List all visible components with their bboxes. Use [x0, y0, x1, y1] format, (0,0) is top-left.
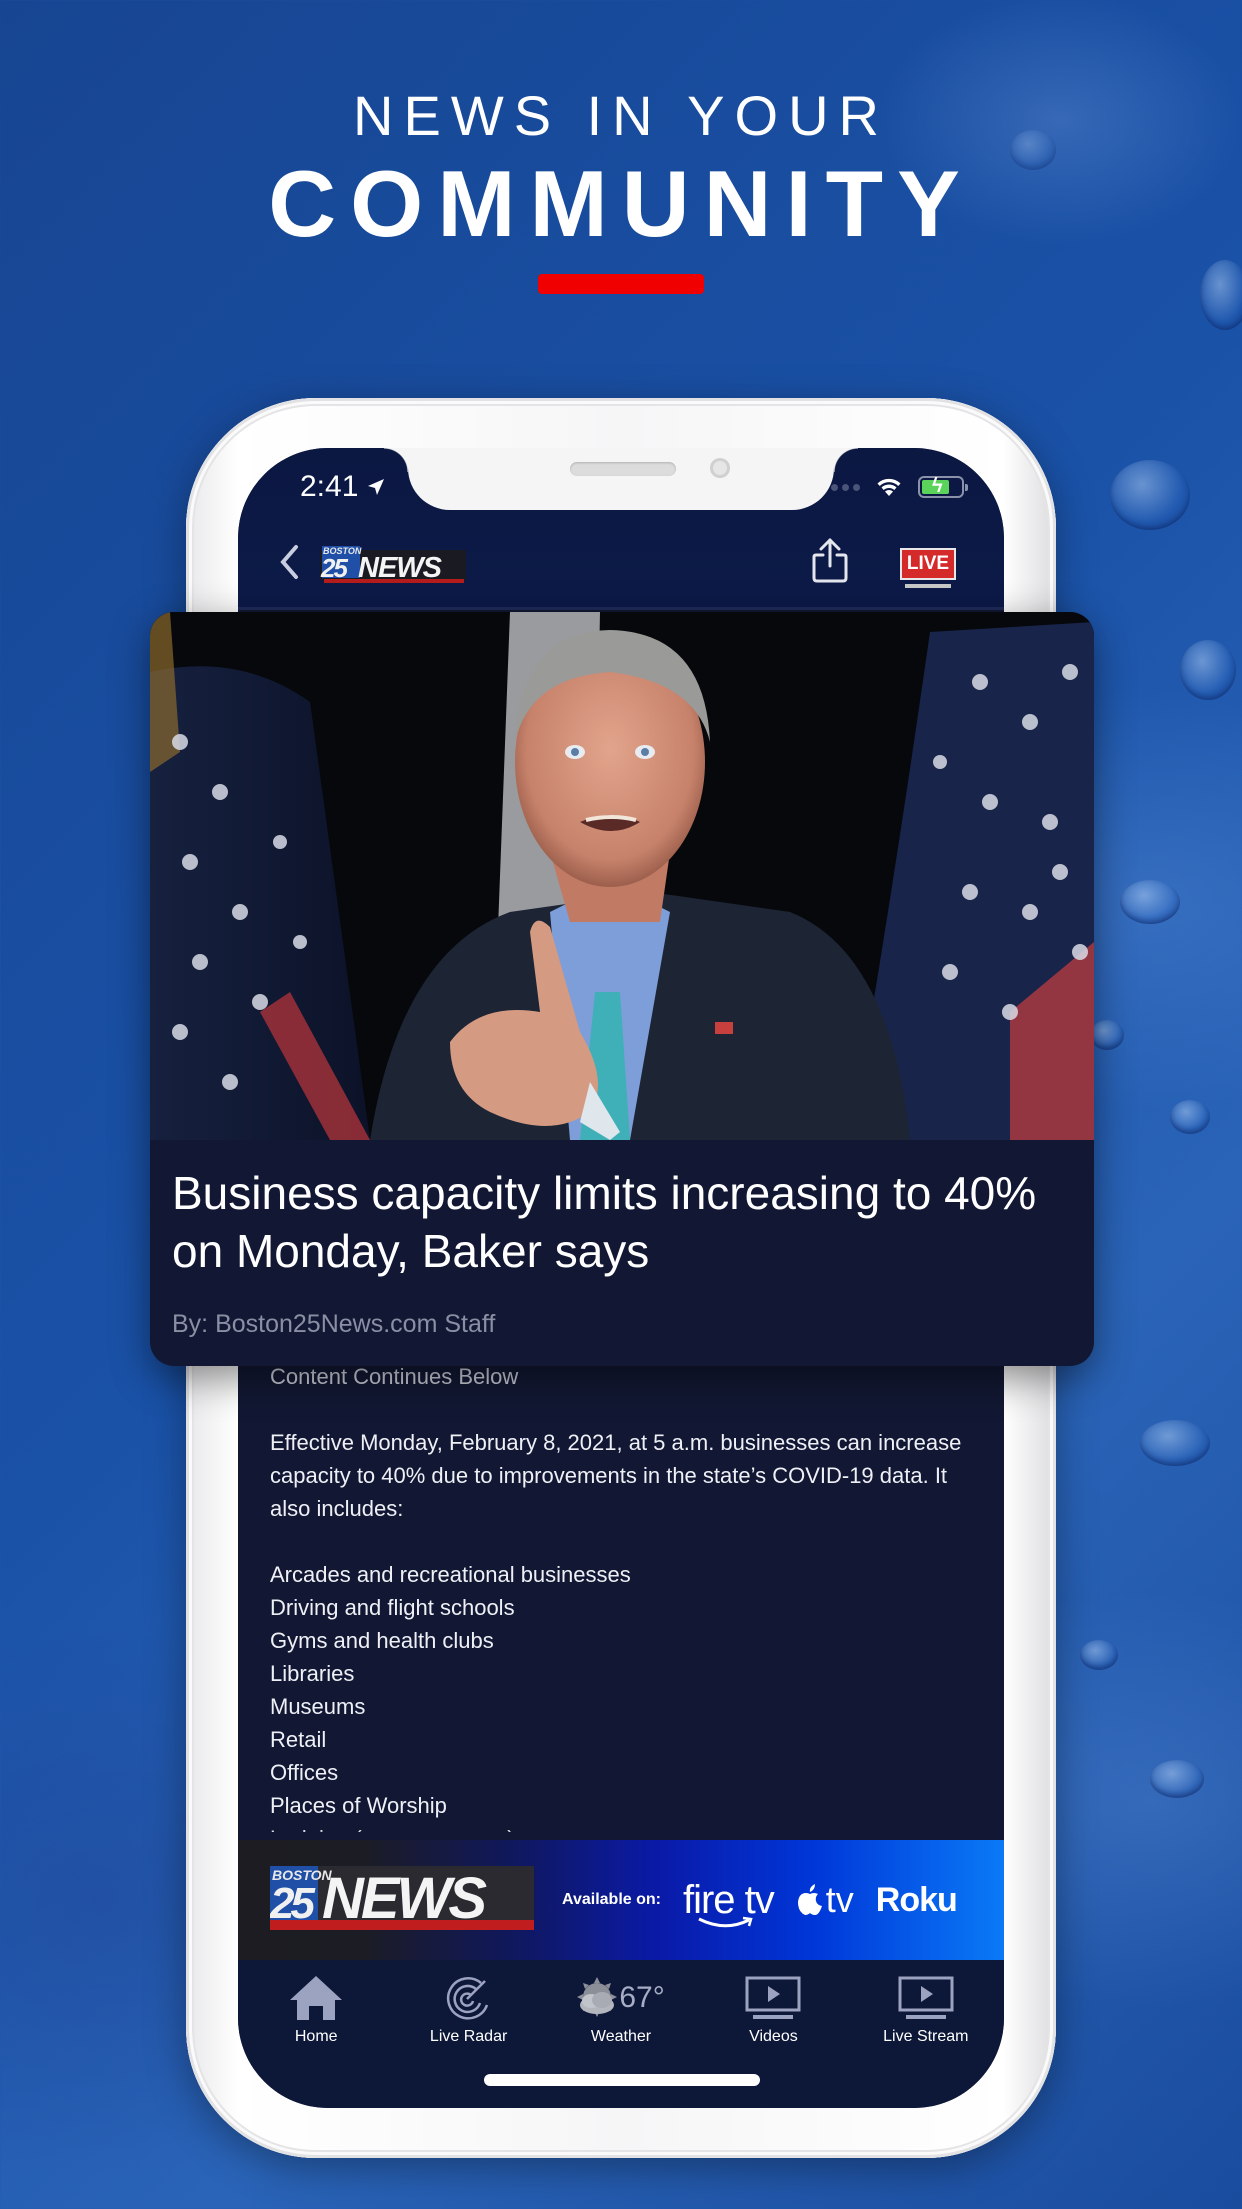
article-headline: Business capacity limits increasing to 4… [172, 1167, 1037, 1277]
article-paragraph: Effective Monday, February 8, 2021, at 5… [270, 1430, 962, 1521]
live-stream-icon [898, 1976, 954, 2019]
list-item: Lodging (common areas) [270, 1822, 970, 1832]
video-play-icon [745, 1976, 801, 2019]
business-list: Arcades and recreational businesses Driv… [270, 1558, 970, 1832]
station-logo[interactable]: BOSTON 25 NEWS [320, 546, 466, 589]
partly-cloudy-icon [577, 1977, 618, 2017]
list-item: Arcades and recreational businesses [270, 1562, 631, 1587]
home-icon [290, 1976, 343, 2020]
live-indicator-underline [905, 584, 951, 588]
live-button[interactable]: LIVE [900, 548, 956, 588]
status-bar-indicators: ϟ [820, 475, 968, 498]
roku-logo: Roku [875, 1880, 958, 1919]
location-arrow-icon [368, 479, 385, 495]
weather-temperature: 67° [619, 1981, 665, 2014]
streaming-platforms-banner[interactable]: BOSTON 25 NEWS Available on: fire tv tv … [238, 1840, 1004, 1960]
list-item: Retail [270, 1727, 327, 1752]
article-body: Content Continues Below Effective Monday… [270, 1360, 970, 1832]
radar-icon [446, 1977, 488, 2020]
promo-heading: NEWS IN YOUR COMMUNITY [0, 84, 1242, 294]
tab-label: Live Radar [429, 2028, 508, 2045]
apple-tv-logo: tv [796, 1879, 854, 1921]
status-bar-time: 2:41 [300, 470, 386, 504]
tab-home[interactable]: Home [240, 1960, 392, 2108]
article-card[interactable]: Business capacity limits increasing to 4… [150, 612, 1094, 1366]
amazon-smile-icon [698, 1916, 753, 1928]
list-item: Driving and flight schools [270, 1595, 515, 1620]
tab-label: Home [294, 2028, 338, 2045]
front-camera [710, 458, 730, 478]
apple-icon [797, 1884, 822, 1915]
speaker-grille [570, 462, 676, 476]
photo-illustration [150, 612, 1094, 1140]
article-byline: By: Boston25News.com Staff [172, 1310, 496, 1338]
list-item: Places of Worship [270, 1793, 447, 1818]
promo-accent-bar [538, 274, 704, 294]
tab-label: Weather [590, 2028, 652, 2045]
promo-line-2: COMMUNITY [268, 151, 974, 256]
tab-label: Videos [749, 2028, 798, 2045]
list-item: Gyms and health clubs [270, 1628, 494, 1653]
list-item: Offices [270, 1760, 339, 1785]
tab-label: Live Stream [883, 2028, 969, 2045]
article-photo[interactable] [150, 612, 1094, 1140]
article-header: Business capacity limits increasing to 4… [150, 1140, 1094, 1339]
share-button[interactable] [810, 536, 850, 589]
promo-line-1: NEWS IN YOUR [353, 84, 889, 147]
list-item: Museums [270, 1694, 366, 1719]
back-button[interactable] [278, 540, 308, 584]
battery-charging-icon: ϟ [918, 475, 968, 498]
home-indicator[interactable] [484, 2074, 760, 2086]
list-item: Libraries [270, 1661, 355, 1686]
tab-live-stream[interactable]: Live Stream [850, 1960, 1002, 2108]
fire-tv-logo: fire tv [683, 1880, 775, 1928]
banner-station-logo: BOSTON 25 NEWS [269, 1865, 534, 1935]
available-on-label: Available on: [562, 1891, 661, 1908]
wifi-icon [877, 478, 901, 496]
share-icon [812, 538, 848, 583]
live-badge: LIVE [900, 548, 956, 580]
chevron-left-icon [280, 545, 298, 579]
svg-text:25: 25 [320, 553, 348, 583]
phone-notch [384, 448, 858, 510]
